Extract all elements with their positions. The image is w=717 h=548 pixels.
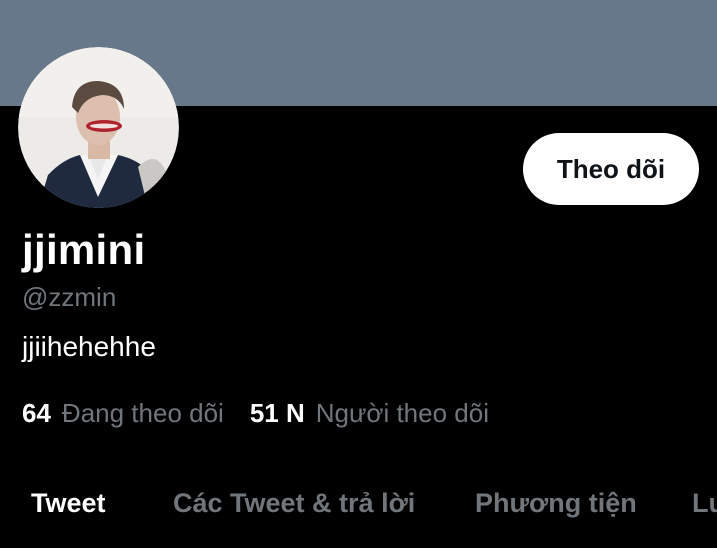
avatar[interactable] [18, 47, 179, 208]
followers-link[interactable]: 51 N Người theo dõi [250, 398, 489, 429]
following-link[interactable]: 64 Đang theo dõi [22, 398, 224, 429]
tab-tweets-and-replies[interactable]: Các Tweet & trả lời [173, 488, 415, 519]
followers-label: Người theo dõi [315, 398, 489, 428]
user-handle: @zzmin [22, 282, 117, 312]
profile-stats: 64 Đang theo dõi 51 N Người theo dõi [22, 398, 489, 429]
follow-button[interactable]: Theo dõi [523, 133, 699, 205]
profile-tabs: Tweet Các Tweet & trả lời Phương tiện Lư [0, 488, 717, 528]
avatar-photo [18, 47, 179, 208]
tab-likes[interactable]: Lư [692, 488, 717, 519]
profile-bio: jjiihehehhe [22, 331, 156, 362]
tab-tweets[interactable]: Tweet [31, 488, 106, 519]
display-name: jjimini [22, 226, 146, 273]
tab-media[interactable]: Phương tiện [475, 488, 637, 519]
following-label: Đang theo dõi [61, 398, 224, 428]
following-count: 64 [22, 398, 51, 428]
followers-count: 51 N [249, 398, 305, 428]
profile-page: Theo dõi jjimini @zzmin jjiihehehhe 64 Đ… [0, 0, 717, 548]
